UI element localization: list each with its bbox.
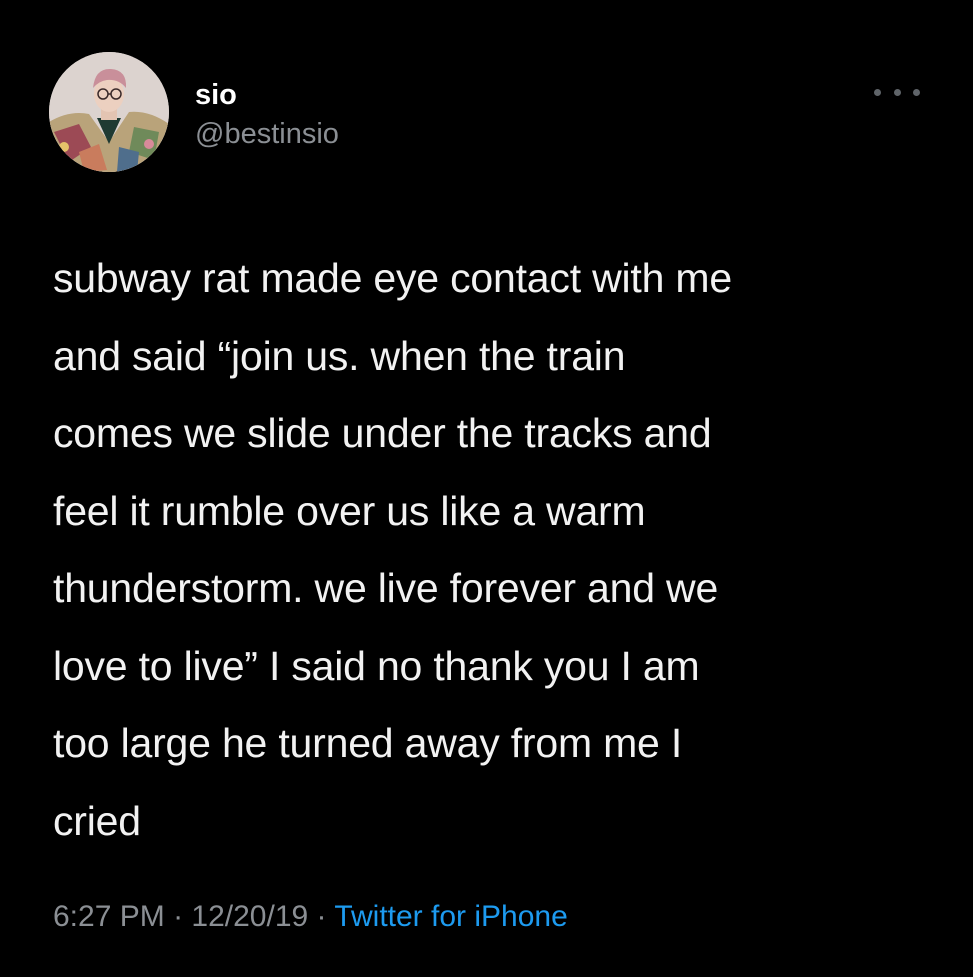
avatar[interactable] <box>49 52 169 172</box>
user-info: sio @bestinsio <box>195 78 339 151</box>
display-name[interactable]: sio <box>195 78 339 112</box>
tweet-card: sio @bestinsio subway rat made eye conta… <box>0 0 973 977</box>
tweet-meta: 6:27 PM · 12/20/19 · Twitter for iPhone <box>53 897 568 937</box>
ellipsis-icon[interactable] <box>874 80 920 104</box>
user-handle[interactable]: @bestinsio <box>195 117 339 151</box>
profile-photo-icon <box>49 52 169 172</box>
tweet-time: 6:27 PM <box>53 900 165 933</box>
meta-separator: · <box>164 900 192 933</box>
dot <box>893 88 901 96</box>
tweet-text: subway rat made eye contact with me and … <box>53 255 732 844</box>
dot <box>913 88 920 96</box>
meta-separator: · <box>308 900 335 933</box>
tweet-date: 12/20/19 <box>191 900 309 933</box>
dot <box>874 88 881 96</box>
tweet-source-link[interactable]: Twitter for iPhone <box>334 900 567 933</box>
